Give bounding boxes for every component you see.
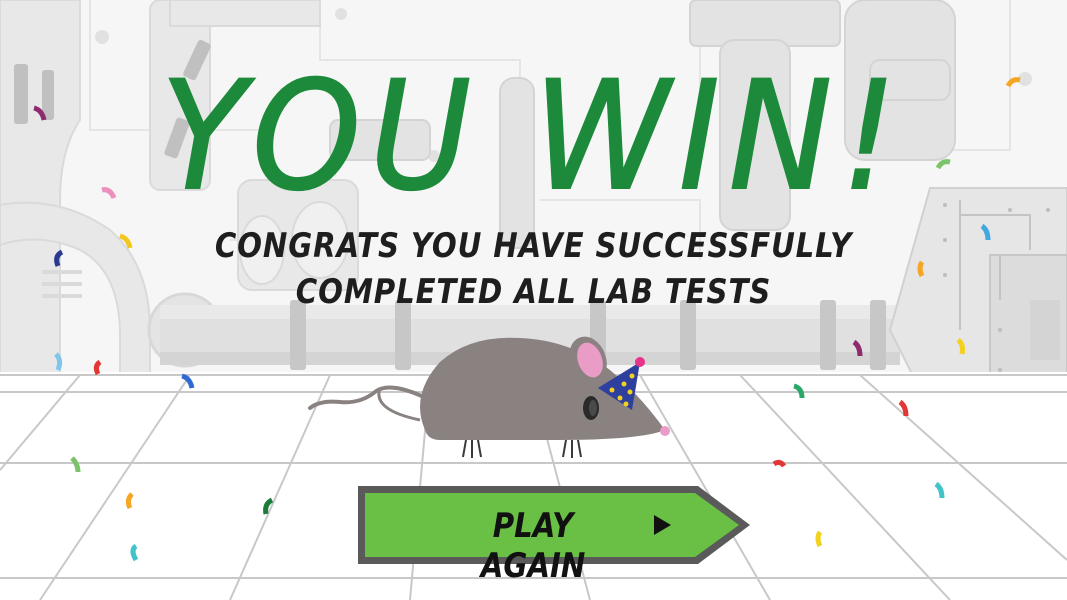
congrats-line-2: COMPLETED ALL LAB TESTS	[295, 272, 772, 312]
play-again-button[interactable]: PLAY AGAIN	[358, 486, 750, 586]
congrats-line-1: CONGRATS YOU HAVE SUCCESSFULLY	[214, 226, 853, 266]
win-title: YOU WIN!	[160, 50, 906, 224]
game-screen: YOU WIN! CONGRATS YOU HAVE SUCCESSFULLY …	[0, 0, 1067, 600]
play-triangle-icon	[654, 515, 671, 535]
play-again-label: PLAY AGAIN	[480, 506, 586, 586]
